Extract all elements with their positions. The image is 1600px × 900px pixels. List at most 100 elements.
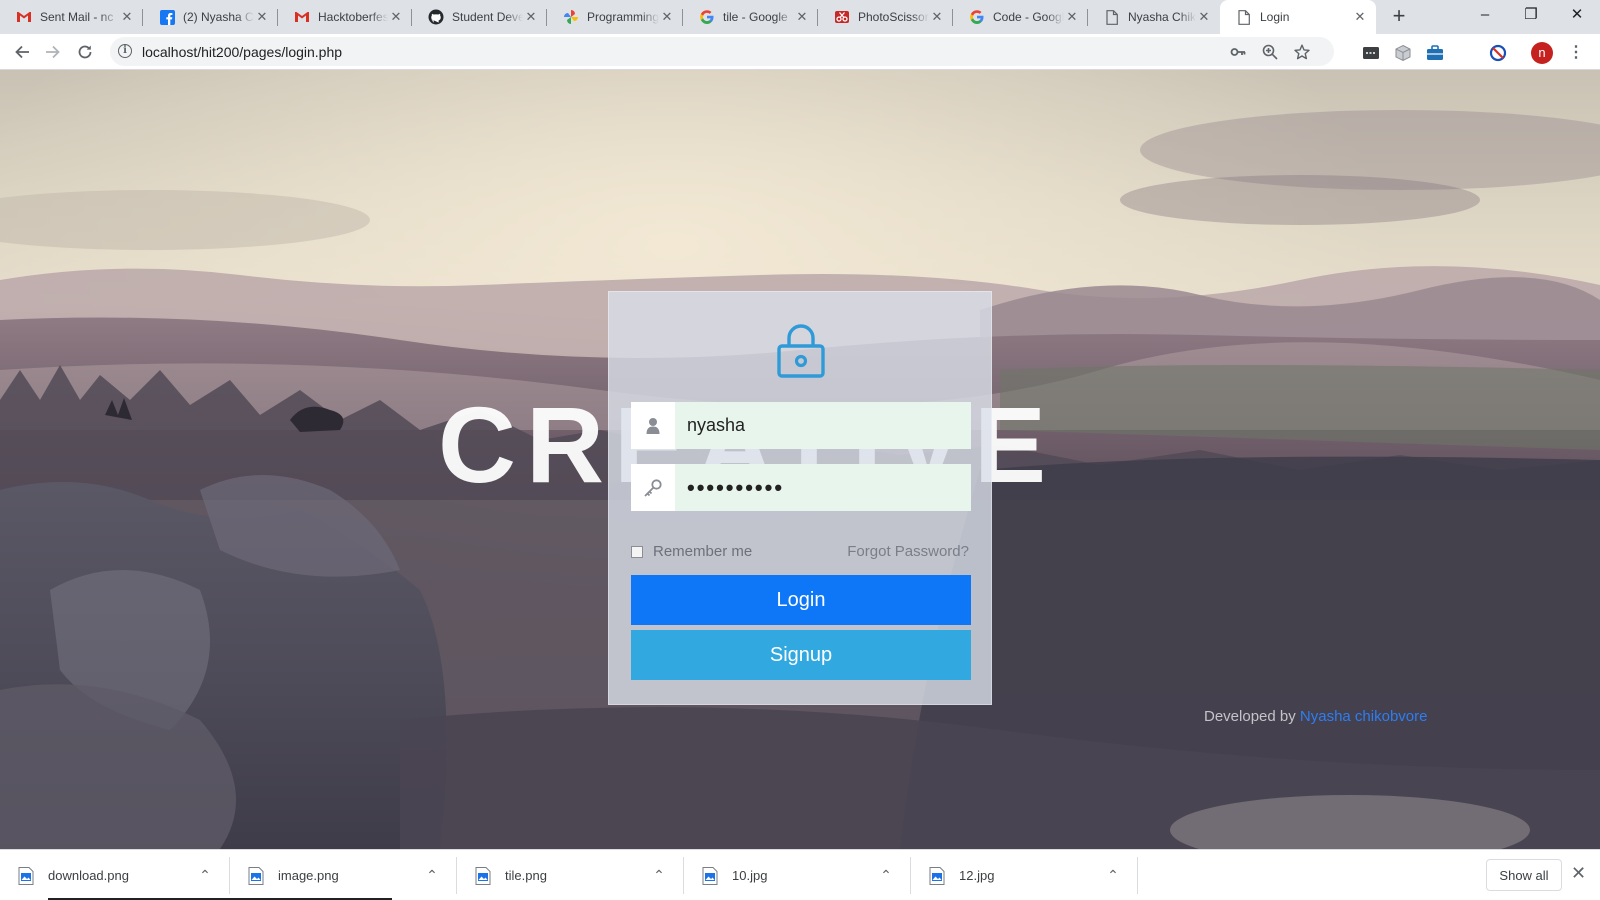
download-filename: download.png: [48, 868, 129, 883]
image-file-icon: [702, 866, 718, 885]
download-filename: 10.jpg: [732, 868, 768, 883]
download-item[interactable]: 12.jpg ⌃: [911, 850, 1138, 900]
download-item[interactable]: 10.jpg ⌃: [684, 850, 911, 900]
key-icon: [631, 464, 675, 511]
github-icon: [428, 9, 444, 25]
remember-me-label: Remember me: [653, 543, 753, 560]
extension-cube-icon[interactable]: [1394, 44, 1412, 62]
download-filename: image.png: [278, 868, 339, 883]
download-item[interactable]: download.png ⌃: [0, 850, 230, 900]
pinwheel-icon: [563, 9, 579, 25]
author-link[interactable]: Nyasha chikobvore: [1300, 708, 1428, 725]
key-icon[interactable]: [1230, 44, 1246, 60]
chevron-up-icon[interactable]: ⌃: [421, 867, 443, 884]
user-icon: [631, 402, 675, 449]
close-tab-icon[interactable]: ✕: [1352, 9, 1368, 25]
restore-button[interactable]: ❐: [1508, 0, 1554, 34]
password-field: ••••••••••: [631, 464, 971, 511]
google-icon: [699, 9, 715, 25]
tab-title: Login: [1260, 10, 1290, 24]
close-tab-icon[interactable]: ✕: [523, 9, 539, 25]
facebook-icon: [159, 9, 175, 25]
download-item[interactable]: image.png ⌃: [230, 850, 457, 900]
page-viewport: CREATIVE •••••••••• Remember me Forgot P…: [0, 70, 1600, 849]
url-text[interactable]: localhost/hit200/pages/login.php: [142, 44, 342, 60]
downloads-bar: download.png ⌃ image.png ⌃ tile.png ⌃ 10…: [0, 849, 1600, 900]
close-tab-icon[interactable]: ✕: [1196, 9, 1212, 25]
credit-prefix: Developed by: [1204, 708, 1300, 725]
tab-title: Nyasha Chiko: [1128, 10, 1196, 24]
divider: [1137, 857, 1138, 894]
site-info-icon[interactable]: i: [118, 44, 132, 58]
gmail-icon: [16, 9, 32, 25]
close-window-button[interactable]: ✕: [1554, 0, 1600, 34]
close-downloads-icon[interactable]: ✕: [1571, 863, 1586, 884]
extension-block-icon[interactable]: [1489, 44, 1507, 62]
image-file-icon: [475, 866, 491, 885]
forward-icon[interactable]: [40, 39, 66, 65]
chevron-up-icon[interactable]: ⌃: [1102, 867, 1124, 884]
tab-title: tile - Google: [723, 10, 788, 24]
browser-menu-icon[interactable]: ⋮: [1567, 44, 1585, 62]
close-tab-icon[interactable]: ✕: [119, 9, 135, 25]
browser-toolbar: i localhost/hit200/pages/login.php: [0, 34, 1600, 70]
chevron-up-icon[interactable]: ⌃: [875, 867, 897, 884]
new-tab-button[interactable]: +: [1386, 4, 1412, 30]
back-icon[interactable]: [9, 39, 35, 65]
reload-icon[interactable]: [72, 39, 98, 65]
page-icon: [1104, 9, 1120, 25]
login-button[interactable]: Login: [631, 575, 971, 625]
gmail-icon: [294, 9, 310, 25]
forgot-password-link[interactable]: Forgot Password?: [847, 543, 969, 560]
profile-avatar[interactable]: n: [1531, 42, 1553, 64]
image-file-icon: [248, 866, 264, 885]
close-tab-icon[interactable]: ✕: [1064, 9, 1080, 25]
tab-strip: Sent Mail - nc ✕ (2) Nyasha Ch ✕ Hacktob…: [0, 0, 1600, 34]
tab-login[interactable]: Login ✕: [1220, 0, 1376, 34]
image-file-icon: [18, 866, 34, 885]
tab-title: PhotoScissors: [858, 10, 929, 24]
close-tab-icon[interactable]: ✕: [254, 9, 270, 25]
close-tab-icon[interactable]: ✕: [794, 9, 810, 25]
download-filename: tile.png: [505, 868, 547, 883]
username-input[interactable]: [675, 402, 971, 449]
remember-me[interactable]: Remember me: [631, 543, 752, 560]
lock-icon: [777, 324, 825, 378]
tab-title: Programming: [587, 10, 659, 24]
zoom-icon[interactable]: [1262, 44, 1278, 60]
login-card: •••••••••• Remember me Forgot Password? …: [608, 291, 992, 705]
tab-github[interactable]: Student Deve ✕: [412, 0, 547, 34]
developer-credit: Developed by Nyasha chikobvore: [1204, 708, 1427, 725]
close-tab-icon[interactable]: ✕: [388, 9, 404, 25]
close-tab-icon[interactable]: ✕: [929, 9, 945, 25]
tab-title: Hacktoberfest: [318, 10, 388, 24]
tab-tile-google[interactable]: tile - Google ✕: [683, 0, 818, 34]
google-icon: [969, 9, 985, 25]
chevron-up-icon[interactable]: ⌃: [648, 867, 670, 884]
password-input[interactable]: ••••••••••: [675, 464, 971, 511]
extension-keyboard-icon[interactable]: [1362, 44, 1380, 62]
tab-programming[interactable]: Programming ✕: [547, 0, 683, 34]
close-tab-icon[interactable]: ✕: [659, 9, 675, 25]
minimize-button[interactable]: –: [1462, 0, 1508, 34]
show-all-button[interactable]: Show all: [1486, 859, 1562, 891]
tab-code-google[interactable]: Code - Googl ✕: [953, 0, 1088, 34]
download-filename: 12.jpg: [959, 868, 995, 883]
bookmark-star-icon[interactable]: [1294, 44, 1310, 60]
tab-nyasha-chiko[interactable]: Nyasha Chiko ✕: [1088, 0, 1220, 34]
chevron-up-icon[interactable]: ⌃: [194, 867, 216, 884]
tab-hacktoberfest[interactable]: Hacktoberfest ✕: [278, 0, 412, 34]
tab-title: Sent Mail - nc: [40, 10, 114, 24]
tab-facebook[interactable]: (2) Nyasha Ch ✕: [143, 0, 278, 34]
signup-button[interactable]: Signup: [631, 630, 971, 680]
address-bar[interactable]: i localhost/hit200/pages/login.php: [110, 37, 1334, 66]
tab-sent-mail[interactable]: Sent Mail - nc ✕: [0, 0, 143, 34]
page-icon: [1236, 9, 1252, 25]
tab-title: Code - Googl: [993, 10, 1064, 24]
image-file-icon: [929, 866, 945, 885]
tab-photoscissors[interactable]: PhotoScissors ✕: [818, 0, 953, 34]
extension-toolbox-icon[interactable]: [1426, 44, 1444, 62]
tab-title: (2) Nyasha Ch: [183, 10, 254, 24]
remember-me-checkbox[interactable]: [631, 545, 643, 558]
download-item[interactable]: tile.png ⌃: [457, 850, 684, 900]
